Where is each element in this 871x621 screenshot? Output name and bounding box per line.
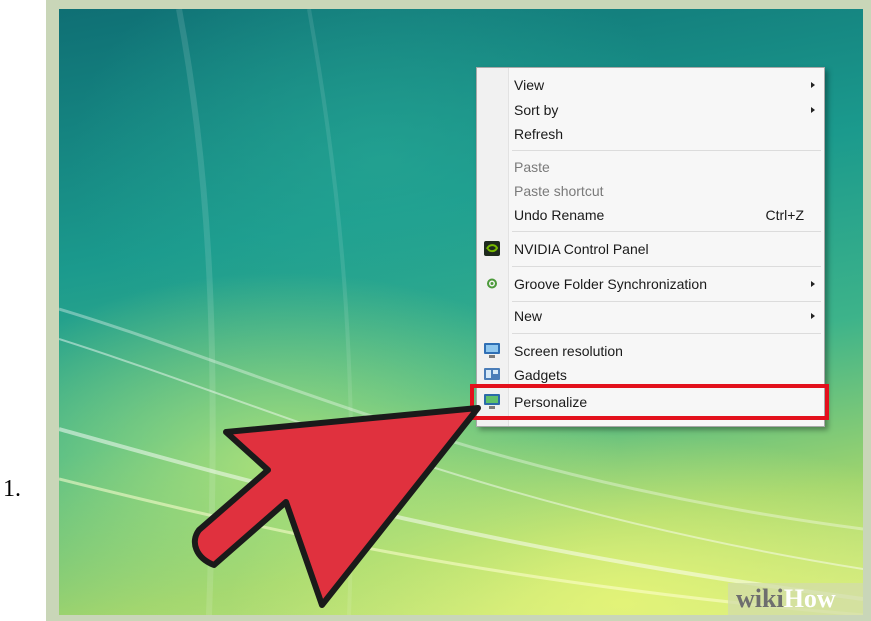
watermark-how-text: How [783,584,836,613]
red-arrow-pointer-icon [192,405,481,608]
wikihow-watermark: wikiHow [728,583,863,615]
watermark-wiki-text: wiki [736,584,784,613]
